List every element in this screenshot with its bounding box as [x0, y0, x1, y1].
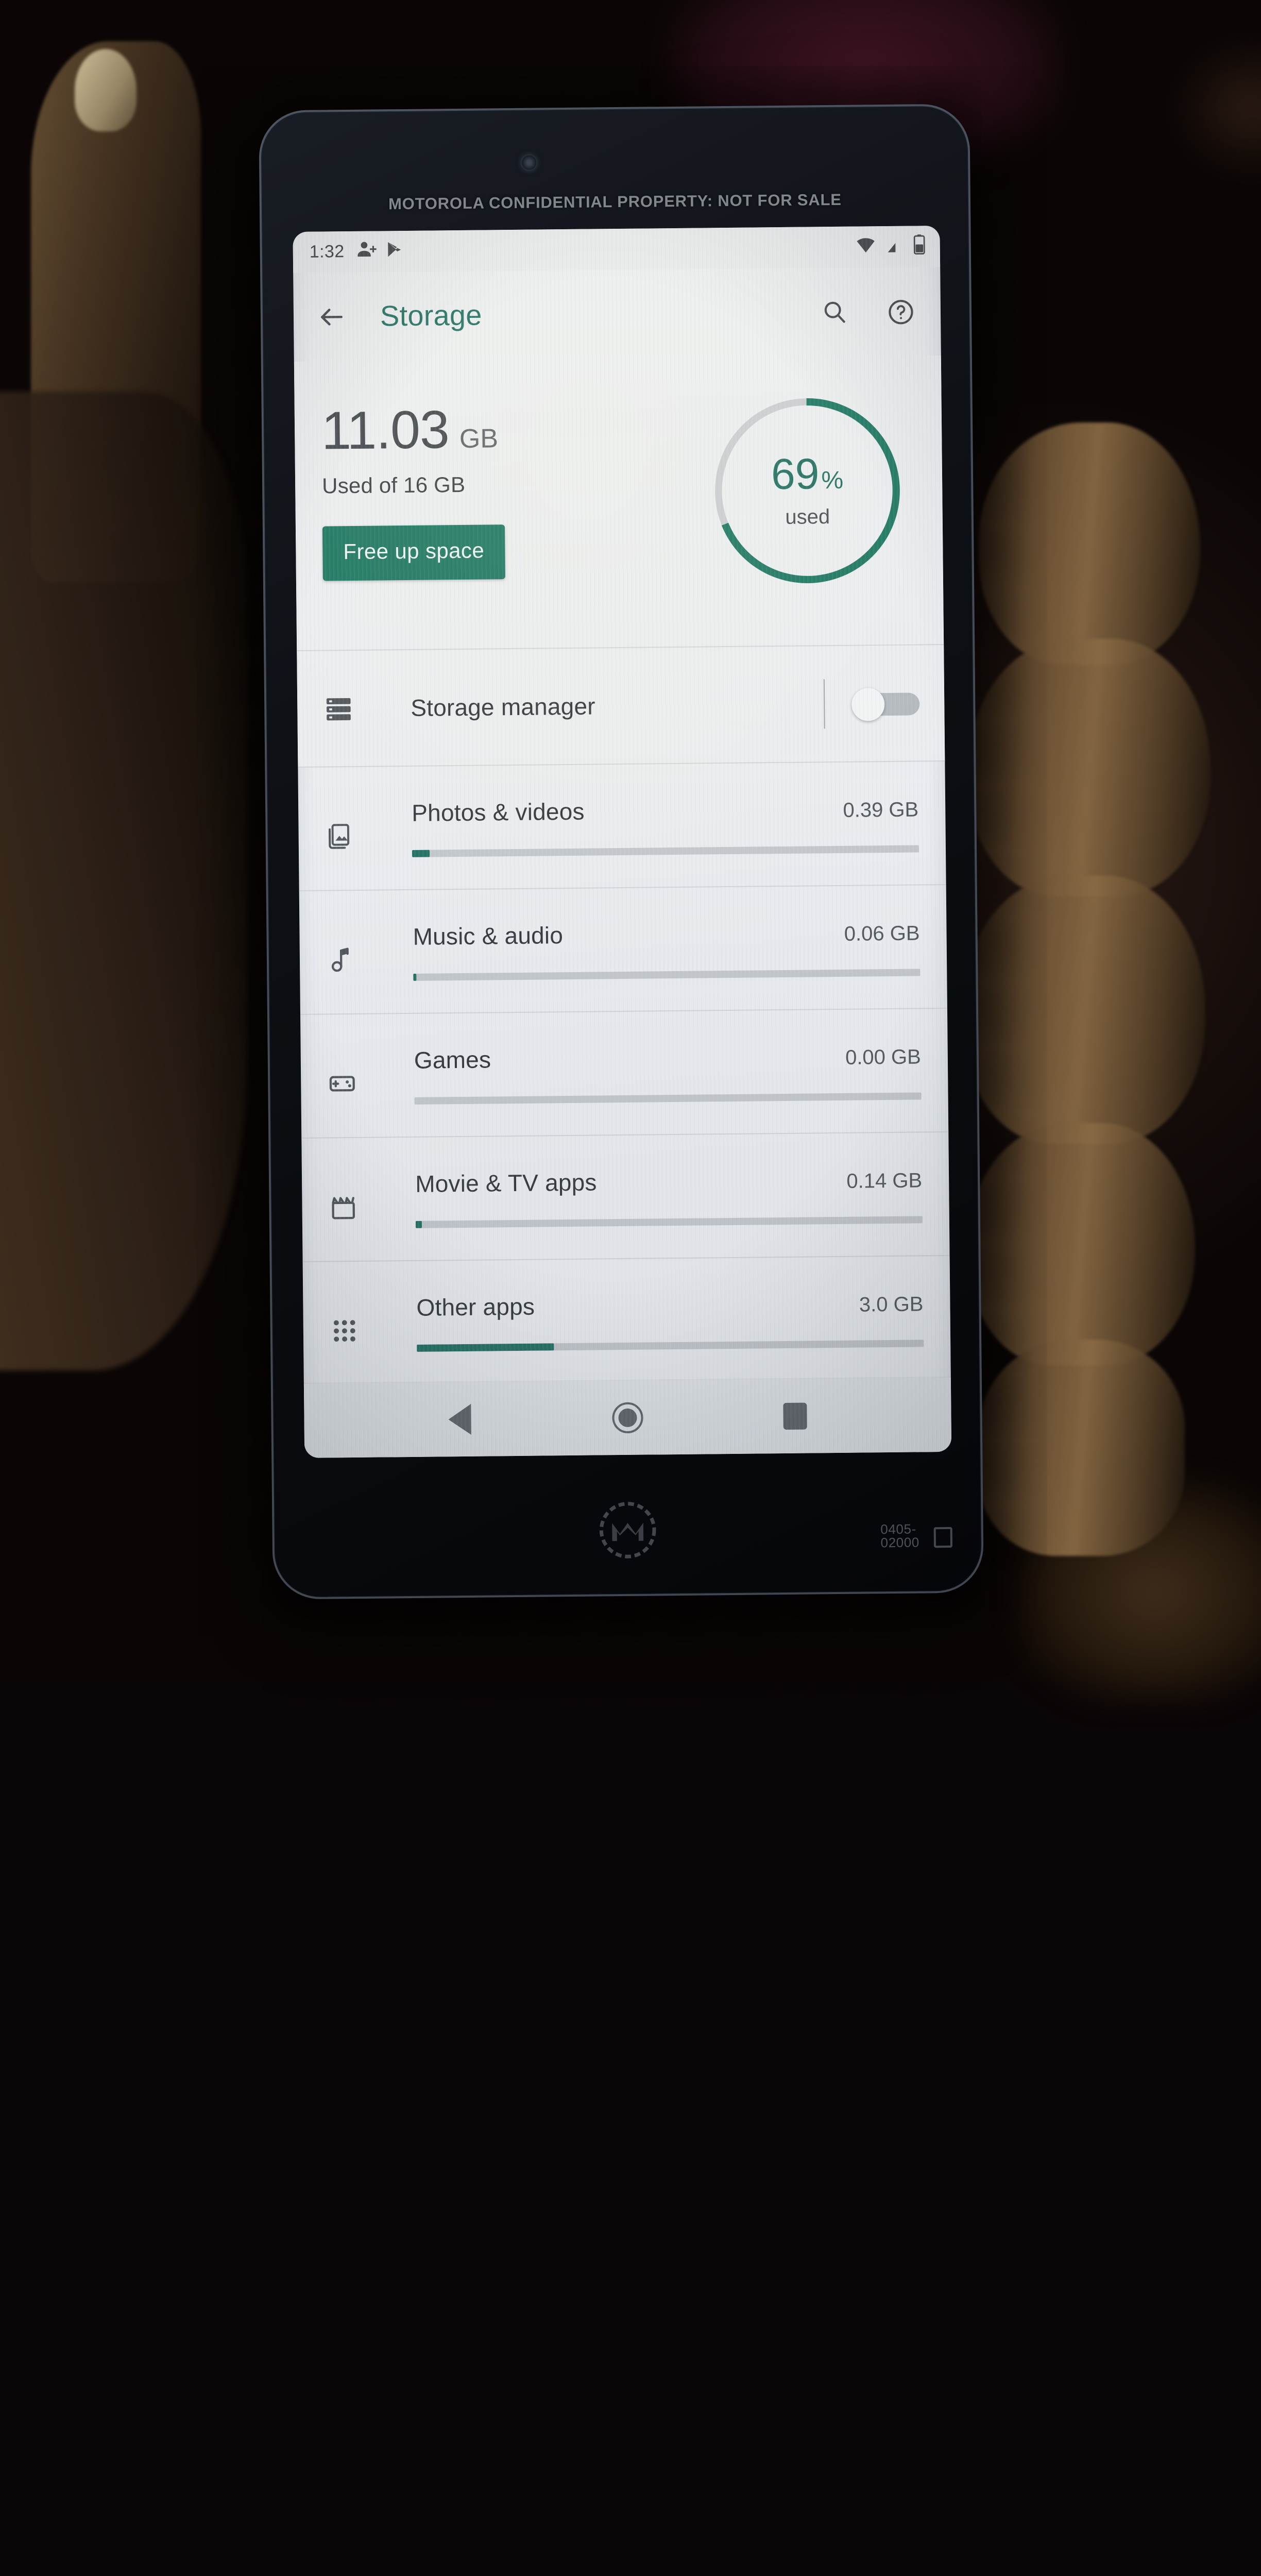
- used-amount-row: 11.03 GB: [321, 401, 699, 459]
- app-bar-spacer: [482, 312, 817, 315]
- storage-category-progress-fill: [417, 1343, 554, 1351]
- storage-manager-row[interactable]: Storage manager: [297, 645, 945, 767]
- storage-category-row[interactable]: Music & audio 0.06 GB: [299, 885, 947, 1014]
- storage-category-row[interactable]: Photos & videos 0.39 GB: [298, 761, 946, 890]
- storage-category-size: 3.0 GB: [859, 1293, 924, 1317]
- storage-category-progress-fill: [412, 850, 430, 857]
- used-amount-unit: GB: [459, 422, 499, 455]
- toggle-divider: [824, 679, 825, 728]
- phone-device: MOTOROLA CONFIDENTIAL PROPERTY: NOT FOR …: [259, 104, 984, 1599]
- storage-category-header: Other apps 3.0 GB: [416, 1289, 923, 1321]
- search-icon[interactable]: [817, 295, 853, 330]
- storage-category-label: Music & audio: [413, 921, 563, 951]
- status-bar-system-icons: [856, 233, 926, 260]
- storage-category-progress-fill: [413, 973, 416, 980]
- free-up-space-button[interactable]: Free up space: [322, 524, 505, 581]
- status-bar-spacer: [404, 247, 856, 251]
- device-model-code-line2: 02000: [880, 1535, 919, 1551]
- storage-donut-container: 69 % used: [698, 384, 916, 592]
- storage-category-body: Photos & videos 0.39 GB: [412, 794, 919, 856]
- music-note-icon: [327, 944, 383, 974]
- wifi-icon: [856, 235, 876, 259]
- donut-percent-row: 69 %: [771, 452, 844, 496]
- storage-category-header: Games 0.00 GB: [414, 1041, 921, 1074]
- gamepad-icon: [328, 1068, 384, 1097]
- storage-category-progress-bar: [416, 1215, 923, 1227]
- storage-category-header: Photos & videos 0.39 GB: [412, 794, 918, 826]
- status-bar-notification-icons: [356, 239, 404, 264]
- cellular-signal-icon: [885, 235, 904, 259]
- app-bar-actions: [817, 294, 918, 330]
- play-store-icon: [385, 240, 404, 263]
- storage-category-body: Games 0.00 GB: [414, 1041, 922, 1104]
- recycling-mark-icon: [934, 1527, 952, 1548]
- storage-usage-donut-chart: 69 % used: [705, 389, 909, 593]
- nav-home-icon[interactable]: [597, 1386, 659, 1449]
- donut-percent-value: 69: [771, 452, 820, 496]
- storage-category-size: 0.39 GB: [843, 798, 918, 822]
- motorola-logo: [599, 1501, 657, 1559]
- storage-category-label: Other apps: [416, 1293, 535, 1321]
- storage-summary: 11.03 GB Used of 16 GB Free up space: [294, 355, 944, 650]
- storage-category-header: Music & audio 0.06 GB: [413, 918, 919, 950]
- storage-manager-label: Storage manager: [411, 690, 824, 722]
- storage-category-size: 0.06 GB: [844, 922, 920, 946]
- storage-category-row[interactable]: Movie & TV apps 0.14 GB: [301, 1132, 949, 1261]
- status-bar-clock: 1:32: [310, 242, 345, 263]
- storage-manager-toggle[interactable]: [851, 687, 920, 719]
- nav-back-icon[interactable]: [429, 1388, 491, 1450]
- apps-grid-icon: [330, 1315, 386, 1345]
- storage-summary-block: 11.03 GB Used of 16 GB Free up space: [294, 355, 945, 768]
- storage-category-label: Photos & videos: [412, 798, 585, 827]
- storage-category-body: Movie & TV apps 0.14 GB: [415, 1165, 923, 1227]
- storage-category-body: Other apps 3.0 GB: [416, 1289, 924, 1351]
- earpiece-camera: [522, 156, 536, 170]
- help-circle-icon[interactable]: [883, 294, 918, 329]
- used-amount-value: 11.03: [321, 403, 450, 458]
- nav-recents-icon[interactable]: [764, 1385, 826, 1447]
- back-button[interactable]: [314, 299, 350, 335]
- storage-summary-text: 11.03 GB Used of 16 GB Free up space: [321, 387, 700, 581]
- storage-category-header: Movie & TV apps 0.14 GB: [415, 1165, 922, 1197]
- donut-center-label: 69 % used: [705, 389, 909, 593]
- storage-category-size: 0.14 GB: [846, 1169, 922, 1193]
- photo-library-icon: [325, 821, 381, 850]
- phone-screen: 1:32: [293, 226, 951, 1458]
- status-bar: 1:32: [293, 226, 940, 273]
- toggle-thumb: [851, 688, 885, 721]
- system-navigation-bar: [304, 1378, 951, 1458]
- storage-category-size: 0.00 GB: [845, 1045, 921, 1070]
- page-title: Storage: [380, 299, 482, 333]
- battery-icon: [913, 233, 926, 259]
- storage-category-progress-bar: [415, 1092, 922, 1104]
- storage-category-row[interactable]: Other apps 3.0 GB: [303, 1256, 951, 1385]
- storage-category-progress-bar: [413, 968, 920, 980]
- storage-category-progress-fill: [416, 1221, 422, 1228]
- storage-category-list: Photos & videos 0.39 GB Music & audio 0.06 …: [298, 761, 950, 1386]
- storage-category-label: Movie & TV apps: [415, 1168, 597, 1197]
- add-person-icon: [356, 240, 376, 264]
- storage-server-icon: [324, 693, 380, 723]
- device-model-code: 0405- 02000: [880, 1522, 919, 1550]
- phone-scale-wrapper: MOTOROLA CONFIDENTIAL PROPERTY: NOT FOR …: [0, 0, 1261, 2576]
- used-of-label: Used of 16 GB: [322, 471, 699, 500]
- donut-used-label: used: [785, 505, 830, 530]
- storage-category-progress-bar: [417, 1339, 924, 1351]
- donut-percent-symbol: %: [821, 468, 843, 493]
- bezel-confidential-text: MOTOROLA CONFIDENTIAL PROPERTY: NOT FOR …: [260, 190, 970, 215]
- device-model-code-line1: 0405-: [880, 1521, 916, 1537]
- app-bar: Storage: [293, 267, 941, 362]
- storage-category-label: Games: [414, 1045, 491, 1074]
- storage-category-body: Music & audio 0.06 GB: [413, 918, 920, 980]
- storage-category-progress-bar: [412, 844, 919, 856]
- movie-clapper-icon: [329, 1192, 385, 1221]
- storage-category-row[interactable]: Games 0.00 GB: [300, 1009, 948, 1138]
